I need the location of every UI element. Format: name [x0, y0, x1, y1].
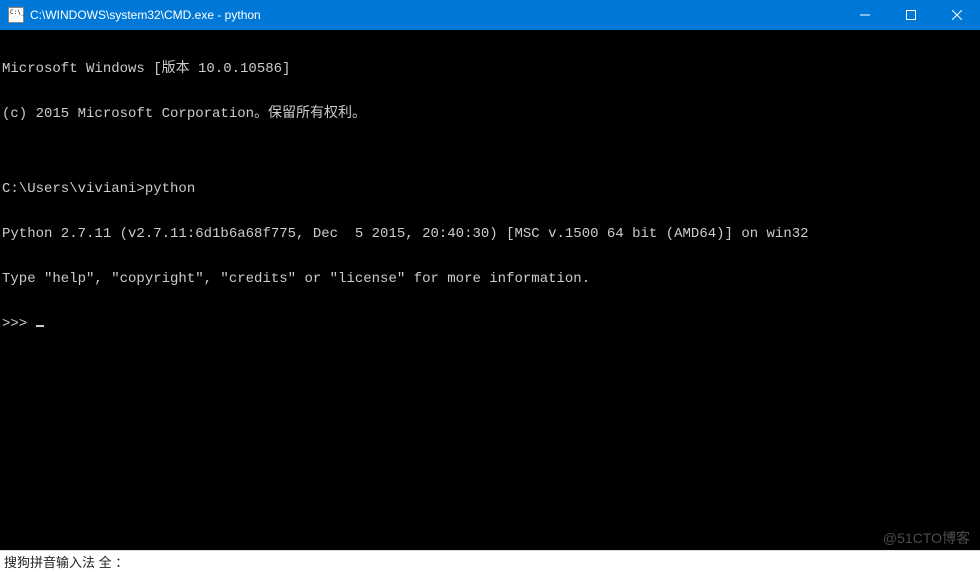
minimize-icon [860, 10, 870, 20]
cursor [36, 325, 44, 327]
terminal-output[interactable]: Microsoft Windows [版本 10.0.10586] (c) 20… [0, 30, 980, 550]
cmd-icon [8, 7, 24, 23]
close-button[interactable] [934, 0, 980, 30]
titlebar-left: C:\WINDOWS\system32\CMD.exe - python [0, 0, 261, 30]
minimize-button[interactable] [842, 0, 888, 30]
terminal-line: (c) 2015 Microsoft Corporation。保留所有权利。 [2, 107, 978, 122]
maximize-button[interactable] [888, 0, 934, 30]
maximize-icon [906, 10, 916, 20]
titlebar-controls [842, 0, 980, 30]
python-prompt: >>> [2, 317, 978, 332]
ime-status-bar[interactable]: 搜狗拼音输入法 全 ： [0, 550, 980, 572]
close-icon [952, 10, 962, 20]
titlebar[interactable]: C:\WINDOWS\system32\CMD.exe - python [0, 0, 980, 30]
terminal-line: C:\Users\viviani>python [2, 182, 978, 197]
ime-status-text: 搜狗拼音输入法 全 ： [4, 552, 128, 571]
terminal-line: Type "help", "copyright", "credits" or "… [2, 272, 978, 287]
window-title: C:\WINDOWS\system32\CMD.exe - python [30, 0, 261, 30]
cmd-window: C:\WINDOWS\system32\CMD.exe - python Mic… [0, 0, 980, 572]
terminal-line: Python 2.7.11 (v2.7.11:6d1b6a68f775, Dec… [2, 227, 978, 242]
terminal-line: Microsoft Windows [版本 10.0.10586] [2, 62, 978, 77]
